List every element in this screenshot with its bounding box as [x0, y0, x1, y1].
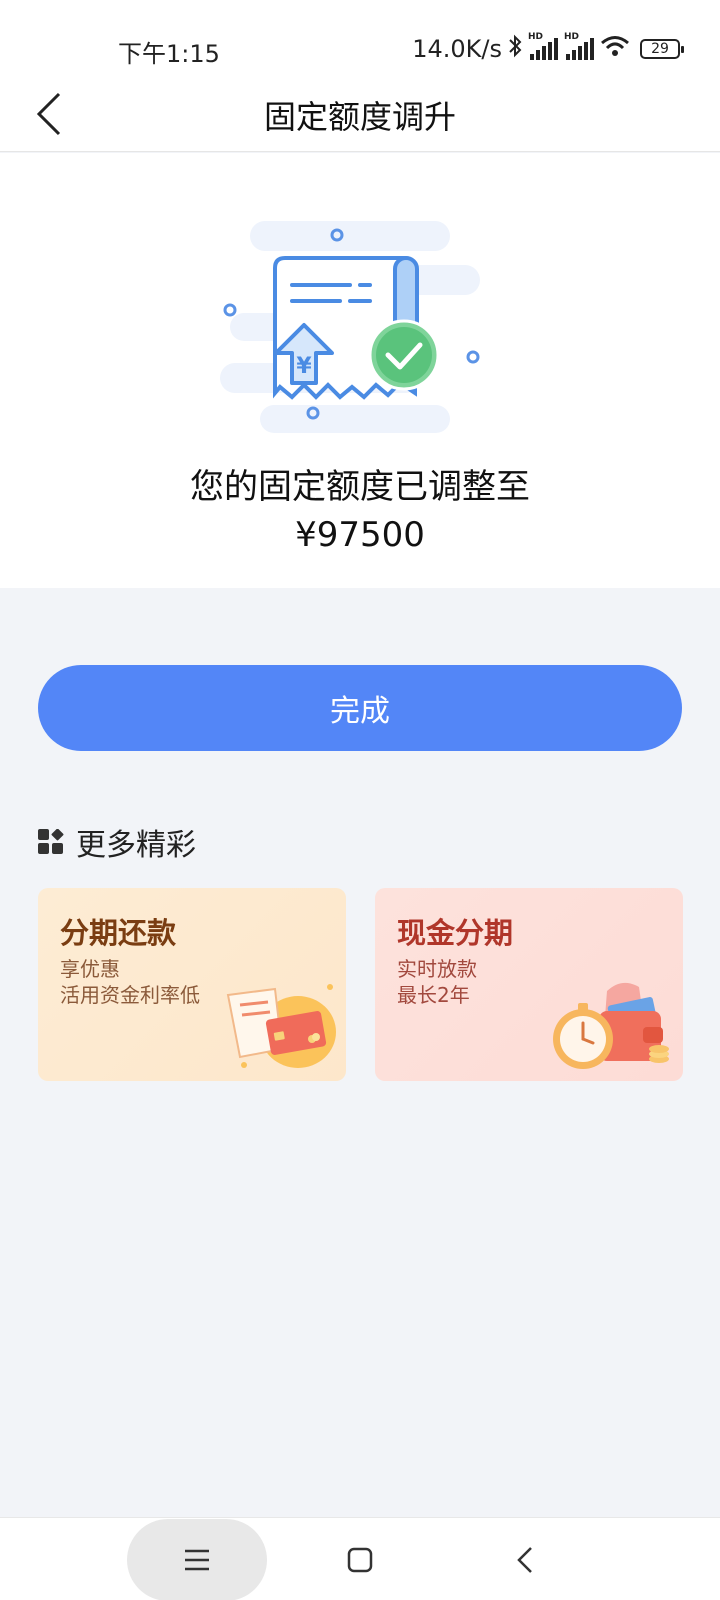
card-subtitle: 享优惠: [60, 957, 120, 981]
card-cash-installment[interactable]: 现金分期 实时放款 最长2年: [375, 888, 683, 1081]
result-message: 您的固定额度已调整至 ¥97500: [0, 463, 720, 559]
bill-card-icon: [226, 984, 336, 1068]
result-panel: ¥ 您的固定额度已调整至 ¥97500: [0, 153, 720, 588]
more-title: 更多精彩: [76, 828, 196, 863]
system-nav-bar: [0, 1517, 720, 1600]
home-icon: [347, 1547, 373, 1572]
bluetooth-icon: [508, 34, 522, 64]
home-button[interactable]: [330, 1518, 390, 1600]
card-title: 分期还款: [60, 916, 177, 950]
nav-bar: 固定额度调升: [0, 76, 720, 152]
svg-text:¥: ¥: [296, 354, 312, 379]
wallet-clock-icon: [553, 982, 669, 1069]
card-title: 现金分期: [397, 916, 514, 950]
result-message-text: 您的固定额度已调整至: [190, 467, 530, 507]
signal-icon: HD: [528, 32, 558, 60]
system-back-button[interactable]: [495, 1518, 555, 1600]
done-button[interactable]: 完成: [38, 665, 682, 751]
network-speed: 14.0K/s: [412, 35, 502, 63]
card-subtitle: 最长2年: [397, 983, 470, 1007]
wifi-icon: [600, 34, 630, 64]
signal-icon: HD: [564, 32, 594, 60]
battery-icon: 29: [640, 39, 684, 59]
more-header: 更多精彩: [38, 820, 196, 864]
apps-icon: [38, 829, 64, 854]
back-icon: [517, 1546, 532, 1573]
menu-icon: [185, 1549, 209, 1571]
page-title: 固定额度调升: [263, 98, 456, 136]
result-amount: ¥97500: [295, 515, 425, 555]
menu-button[interactable]: [127, 1519, 267, 1600]
card-subtitle: 活用资金利率低: [60, 983, 200, 1007]
card-subtitle: 实时放款: [397, 957, 477, 981]
receipt-success-icon: ¥: [220, 221, 480, 433]
status-icons: 14.0K/s HD HD 29: [412, 32, 684, 64]
status-time: 下午1:15: [118, 40, 220, 68]
card-installment-repayment[interactable]: 分期还款 享优惠 活用资金利率低: [38, 888, 346, 1081]
